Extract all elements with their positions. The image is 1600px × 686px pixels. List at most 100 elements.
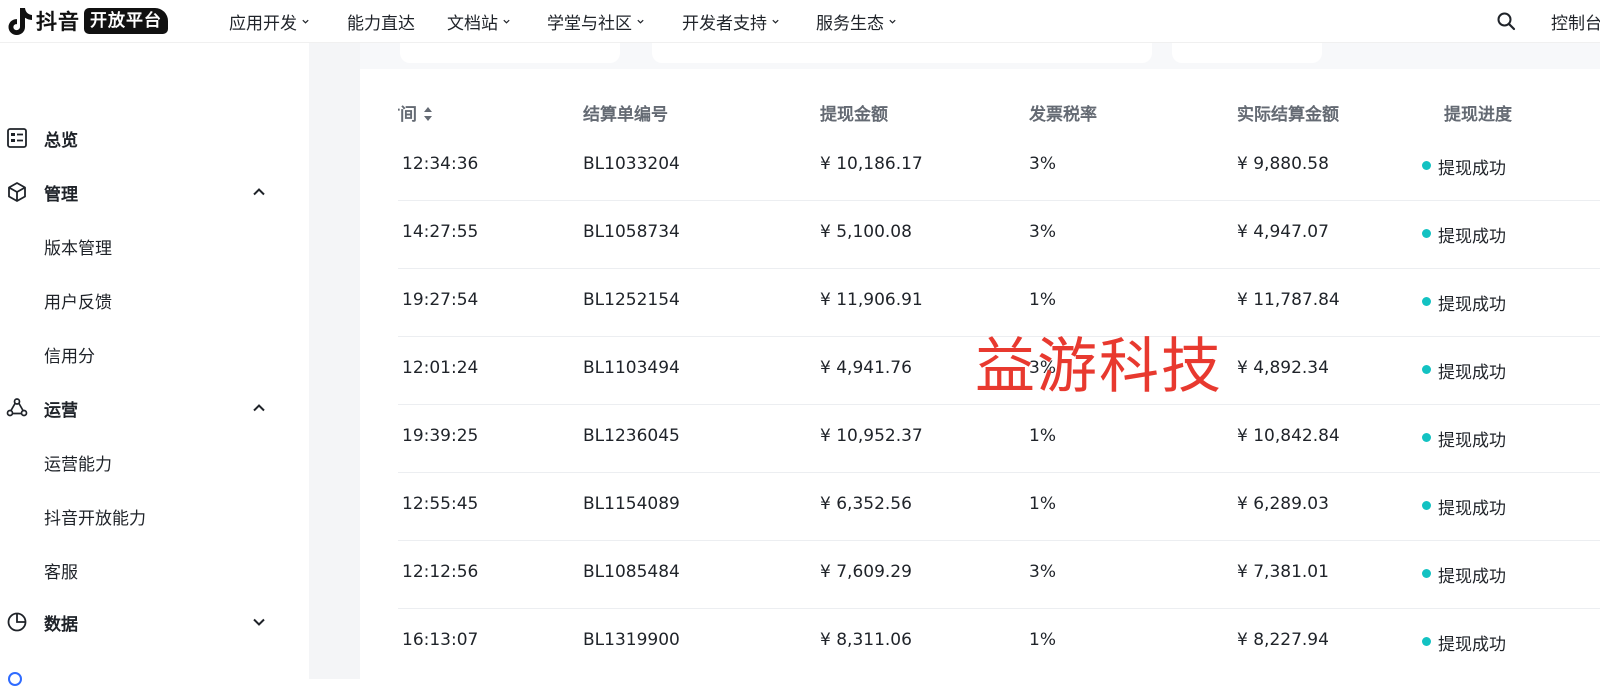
status-dot: [1422, 229, 1431, 238]
cell-actual: ¥ 8,227.94: [1237, 630, 1329, 650]
nav-academy[interactable]: 学堂与社区: [547, 9, 645, 34]
status-dot: [1422, 365, 1431, 374]
sidebar-item-operate-ability[interactable]: 运营能力: [44, 450, 112, 475]
cell-rate: 1%: [1029, 426, 1056, 446]
top-nav-bar: 抖音 开放平台 应用开发 能力直达 文档站 学堂与社区 开发者支持 服务生态 控…: [0, 0, 1600, 43]
status-dot: [1422, 637, 1431, 646]
chevron-down-icon: [637, 19, 644, 24]
sidebar-item-manage[interactable]: 管理: [0, 177, 280, 207]
cell-time: 12:34:36: [402, 154, 479, 174]
cell-rate: 1%: [1029, 290, 1056, 310]
status-text: 提现成功: [1438, 499, 1506, 519]
cell-rate: 1%: [1029, 494, 1056, 514]
sidebar: 总览 管理 版本管理 用户反馈 信用分 运营 运营能力 抖音开放能力 客服 数据: [0, 43, 309, 686]
column-header-amount: 提现金额: [820, 105, 888, 125]
status-dot: [1422, 433, 1431, 442]
filter-field[interactable]: [652, 43, 1152, 63]
nav-label: 学堂与社区: [547, 14, 632, 34]
cell-time: 12:12:56: [402, 562, 479, 582]
cell-actual: ¥ 11,787.84: [1237, 290, 1340, 310]
nav-label: 文档站: [447, 14, 498, 34]
cell-actual: ¥ 4,892.34: [1237, 358, 1329, 378]
douyin-open-platform-logo[interactable]: 抖音 开放平台: [5, 6, 168, 36]
chevron-down-icon: [503, 19, 510, 24]
chevron-up-icon: [253, 188, 265, 196]
nav-label: 应用开发: [229, 14, 297, 34]
column-header-rate: 发票税率: [1029, 105, 1097, 125]
console-link[interactable]: 控制台: [1551, 9, 1600, 34]
sidebar-item-feedback[interactable]: 用户反馈: [44, 288, 112, 313]
cell-id: BL1252154: [583, 290, 680, 310]
table-row[interactable]: 12:34:36 BL1033204 ¥ 10,186.17 3% ¥ 9,88…: [398, 132, 1600, 201]
cell-time: 14:27:55: [402, 222, 479, 242]
chevron-down-icon: [772, 19, 779, 24]
cell-id: BL1085484: [583, 562, 680, 582]
cell-actual: ¥ 9,880.58: [1237, 154, 1329, 174]
sidebar-item-data[interactable]: 数据: [0, 607, 280, 637]
status-text: 提现成功: [1438, 431, 1506, 451]
cell-time: 19:27:54: [402, 290, 479, 310]
table-row[interactable]: 16:13:07 BL1319900 ¥ 8,311.06 1% ¥ 8,227…: [398, 608, 1600, 676]
filter-field[interactable]: [400, 43, 620, 63]
content-gap: [309, 43, 360, 679]
status-dot: [1422, 569, 1431, 578]
status-text: 提现成功: [1438, 363, 1506, 383]
nav-label: 开发者支持: [682, 14, 767, 34]
status-dot: [1422, 501, 1431, 510]
sidebar-label: 运营: [44, 400, 78, 421]
table-row[interactable]: 12:55:45 BL1154089 ¥ 6,352.56 1% ¥ 6,289…: [398, 472, 1600, 541]
filter-field[interactable]: [1172, 43, 1322, 63]
watermark-text: 益游科技: [975, 332, 1223, 402]
cell-actual: ¥ 6,289.03: [1237, 494, 1329, 514]
nav-label: 服务生态: [816, 14, 884, 34]
dashboard-icon: [7, 128, 27, 148]
chevron-down-icon: [253, 618, 265, 626]
sidebar-item-version[interactable]: 版本管理: [44, 234, 112, 259]
cell-time: 16:13:07: [402, 630, 479, 650]
sidebar-item-service[interactable]: 客服: [44, 558, 78, 583]
sidebar-label: 总览: [44, 130, 78, 151]
sort-icon[interactable]: [423, 106, 433, 122]
logo-text: 抖音: [36, 10, 80, 34]
status-text: 提现成功: [1438, 227, 1506, 247]
sidebar-item-douyin-open[interactable]: 抖音开放能力: [44, 504, 146, 529]
status-text: 提现成功: [1438, 295, 1506, 315]
cell-id: BL1236045: [583, 426, 680, 446]
table-row[interactable]: 14:27:55 BL1058734 ¥ 5,100.08 3% ¥ 4,947…: [398, 200, 1600, 269]
status-dot: [1422, 297, 1431, 306]
sidebar-label: 管理: [44, 184, 78, 205]
cell-rate: 3%: [1029, 222, 1056, 242]
cell-rate: 1%: [1029, 630, 1056, 650]
nav-capability[interactable]: 能力直达: [347, 9, 415, 34]
nav-dev-support[interactable]: 开发者支持: [682, 9, 780, 34]
cell-id: BL1319900: [583, 630, 680, 650]
status-dot: [1422, 161, 1431, 170]
cell-amount: ¥ 6,352.56: [820, 494, 912, 514]
nav-label: 能力直达: [347, 14, 415, 34]
cell-id: BL1103494: [583, 358, 680, 378]
cube-icon: [8, 182, 26, 202]
sidebar-item-overview[interactable]: 总览: [0, 123, 280, 153]
nav-app-dev[interactable]: 应用开发: [229, 9, 310, 34]
nav-ecosystem[interactable]: 服务生态: [816, 9, 897, 34]
chevron-down-icon: [302, 19, 309, 24]
nav-docs[interactable]: 文档站: [447, 9, 511, 34]
sidebar-item-credit[interactable]: 信用分: [44, 342, 95, 367]
cell-id: BL1154089: [583, 494, 680, 514]
status-text: 提现成功: [1438, 635, 1506, 655]
column-header-time[interactable]: 时间: [398, 100, 488, 125]
cell-amount: ¥ 11,906.91: [820, 290, 923, 310]
sidebar-item-operate[interactable]: 运营: [0, 393, 280, 423]
cell-actual: ¥ 4,947.07: [1237, 222, 1329, 242]
table-row[interactable]: 19:39:25 BL1236045 ¥ 10,952.37 1% ¥ 10,8…: [398, 404, 1600, 473]
chevron-up-icon: [253, 404, 265, 412]
cell-amount: ¥ 5,100.08: [820, 222, 912, 242]
status-text: 提现成功: [1438, 159, 1506, 179]
cell-time: 19:39:25: [402, 426, 479, 446]
cell-amount: ¥ 7,609.29: [820, 562, 912, 582]
operation-icon: [6, 398, 28, 417]
search-icon[interactable]: [1496, 11, 1516, 31]
pie-chart-icon: [7, 612, 27, 632]
table-row[interactable]: 12:12:56 BL1085484 ¥ 7,609.29 3% ¥ 7,381…: [398, 540, 1600, 609]
cell-amount: ¥ 4,941.76: [820, 358, 912, 378]
